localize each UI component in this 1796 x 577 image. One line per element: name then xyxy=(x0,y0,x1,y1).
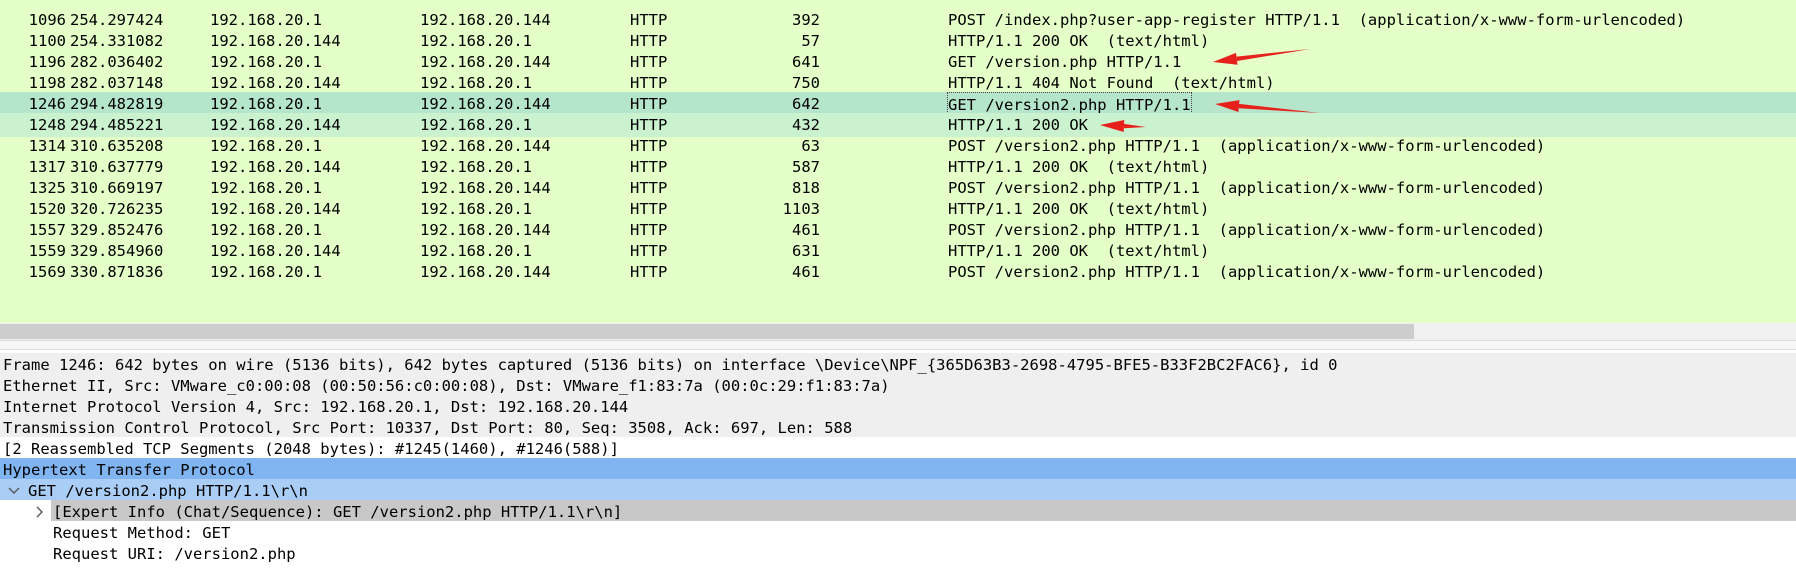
packet-list-horizontal-scrollbar[interactable] xyxy=(0,323,1796,340)
cell-info: HTTP/1.1 200 OK (text/html) xyxy=(948,0,1209,2)
cell-source: 192.168.20.1 xyxy=(210,263,322,281)
cell-info: POST /version2.php HTTP/1.1 (application… xyxy=(948,263,1546,281)
cell-time: 252.308839 xyxy=(70,0,163,2)
packet-row[interactable]: 1569 330.871836 192.168.20.1 192.168.20.144… xyxy=(0,260,1796,284)
detail-text: Request URI: /version2.php xyxy=(53,545,296,563)
cell-destination: 192.168.20.1 xyxy=(420,0,532,2)
cell-protocol: HTTP xyxy=(630,263,668,281)
pane-splitter[interactable] xyxy=(0,340,1796,350)
scrollbar-thumb[interactable] xyxy=(0,324,1414,339)
packet-details-tree[interactable]: Frame 1246: 642 bytes on wire (5136 bits… xyxy=(0,350,1796,577)
cell-destination: 192.168.20.144 xyxy=(420,263,551,281)
packet-row[interactable]: 1077 252.308839 192.168.20.144 192.168.20.1… xyxy=(0,0,1796,2)
cell-source: 192.168.20.144 xyxy=(210,0,341,2)
detail-tree-item[interactable]: Request URI: /version2.php xyxy=(0,542,1796,566)
cell-time: 330.871836 xyxy=(70,263,164,281)
packet-list[interactable]: 1077 252.308839 192.168.20.144 192.168.20.1… xyxy=(0,0,1796,323)
cell-length: 1569 xyxy=(740,0,820,2)
cell-protocol: HTTP xyxy=(630,0,667,2)
cell-number: 1569 xyxy=(28,263,66,281)
cell-length: 461 xyxy=(792,263,820,281)
cell-number: 1077 xyxy=(0,0,66,2)
